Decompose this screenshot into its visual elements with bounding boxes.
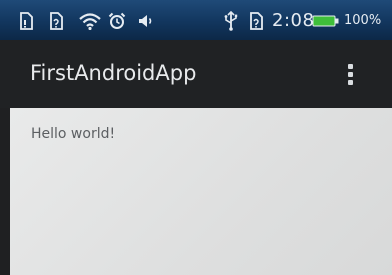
clock-time: 2:08 xyxy=(272,10,315,31)
sim-card-icon xyxy=(248,10,264,32)
battery-percent: 100% xyxy=(344,13,382,28)
sim-card-icon xyxy=(18,10,34,32)
alarm-icon xyxy=(108,10,126,32)
sim-card-alert-icon xyxy=(48,10,64,32)
hello-text: Hello world! xyxy=(31,126,116,142)
phone-screen: 2:08 100% FirstAndroidApp Hello world! xyxy=(0,0,392,275)
screen-bezel xyxy=(0,108,10,275)
usb-icon xyxy=(222,10,240,32)
battery-icon xyxy=(312,10,340,32)
action-bar: FirstAndroidApp xyxy=(0,40,392,108)
more-vert-icon[interactable] xyxy=(338,60,362,88)
main-content: Hello world! xyxy=(10,108,392,275)
status-bar: 2:08 100% xyxy=(0,0,392,40)
menu-dot xyxy=(347,79,353,85)
wifi-icon xyxy=(78,10,102,32)
app-title: FirstAndroidApp xyxy=(30,61,197,85)
menu-dot xyxy=(347,63,353,69)
volume-icon xyxy=(136,10,156,32)
menu-dot xyxy=(347,71,353,77)
